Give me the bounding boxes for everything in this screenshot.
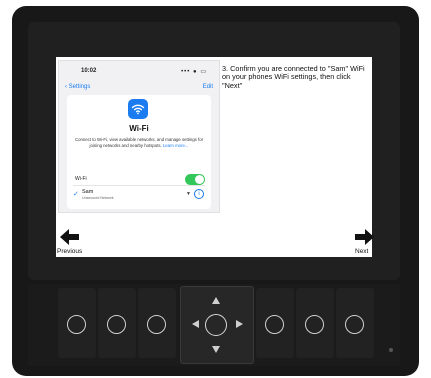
edit-link[interactable]: Edit — [203, 84, 213, 90]
left-arrow-button[interactable] — [192, 320, 199, 328]
wifi-title: Wi-Fi — [129, 124, 149, 133]
circle-icon — [305, 315, 324, 334]
soft-key-2[interactable] — [98, 288, 136, 358]
wifi-toggle[interactable] — [185, 174, 205, 185]
wifi-icon — [128, 99, 148, 119]
circle-icon — [147, 315, 166, 334]
instruction-text: 3. Confirm you are connected to "Sam" Wi… — [222, 64, 365, 90]
wifi-description: Connect to Wi-Fi, view available network… — [75, 137, 203, 149]
phone-status-bar: 10:02 ••• ● ▭ — [59, 61, 219, 81]
soft-key-5[interactable] — [296, 288, 334, 358]
network-security: Unsecured Network — [82, 196, 114, 200]
wifi-row-label: Wi-Fi — [75, 176, 87, 182]
wifi-signal-icon: ▼ — [186, 191, 191, 197]
select-button[interactable] — [205, 314, 227, 336]
up-arrow-button[interactable] — [212, 297, 220, 304]
soft-key-3[interactable] — [138, 288, 176, 358]
arrow-right-icon — [355, 229, 374, 245]
down-arrow-button[interactable] — [212, 346, 220, 353]
circle-icon — [67, 315, 86, 334]
right-arrow-button[interactable] — [236, 320, 243, 328]
previous-label: Previous — [57, 248, 83, 255]
previous-button[interactable]: Previous — [56, 229, 100, 257]
display-screen: 10:02 ••• ● ▭ ‹ Settings Edit Wi-Fi Conn… — [56, 57, 374, 257]
direction-pad — [180, 286, 254, 364]
phone-screenshot: 10:02 ••• ● ▭ ‹ Settings Edit Wi-Fi Conn… — [58, 60, 220, 213]
arrow-left-icon — [60, 229, 79, 245]
status-led — [389, 348, 393, 352]
button-panel — [28, 284, 400, 366]
back-label: Settings — [68, 84, 91, 90]
checkmark-icon: ✓ — [73, 191, 79, 198]
settings-back-link[interactable]: ‹ Settings — [65, 84, 90, 90]
network-row[interactable]: ✓ Sam Unsecured Network ▼ i — [73, 188, 205, 204]
network-name: Sam — [82, 189, 94, 195]
circle-icon — [265, 315, 284, 334]
circle-icon — [345, 315, 364, 334]
wifi-toggle-row: Wi-Fi — [73, 173, 205, 186]
next-label: Next — [355, 248, 369, 255]
phone-nav-bar: ‹ Settings Edit — [59, 81, 219, 95]
signal-wifi-battery-icon: ••• ● ▭ — [181, 69, 207, 75]
circle-icon — [107, 315, 126, 334]
soft-key-1[interactable] — [58, 288, 96, 358]
info-icon[interactable]: i — [194, 189, 204, 199]
status-time: 10:02 — [81, 68, 97, 74]
next-button[interactable]: Next — [332, 229, 374, 257]
learn-more-link[interactable]: Learn more... — [163, 143, 189, 148]
toggle-knob — [195, 175, 204, 184]
wifi-card: Wi-Fi Connect to Wi-Fi, view available n… — [67, 95, 211, 209]
soft-key-6[interactable] — [336, 288, 374, 358]
soft-key-4[interactable] — [256, 288, 294, 358]
